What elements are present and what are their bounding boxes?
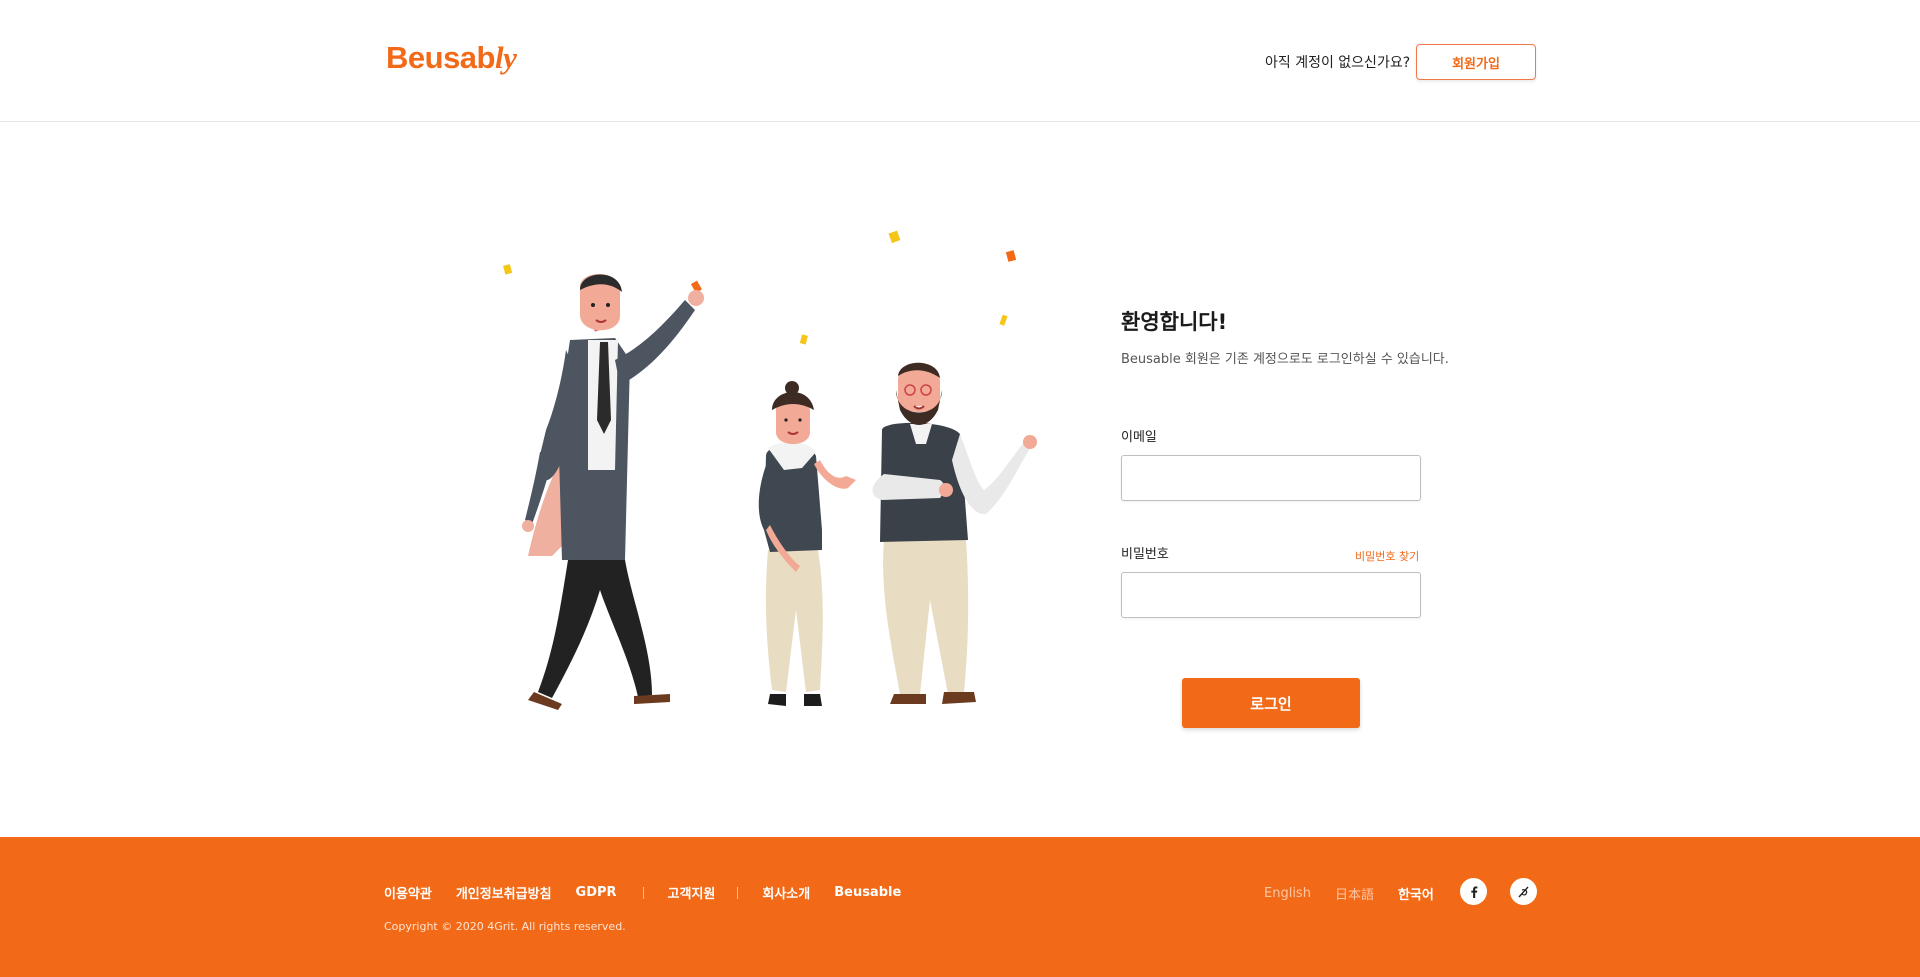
welcome-title: 환영합니다!	[1121, 310, 1228, 334]
login-button[interactable]: 로그인	[1182, 678, 1360, 728]
header: Beusably 아직 계정이 없으신가요? 회원가입	[0, 0, 1920, 122]
email-field[interactable]	[1121, 455, 1421, 501]
email-label: 이메일	[1121, 430, 1157, 445]
forgot-password-link[interactable]: 비밀번호 찾기	[1355, 548, 1419, 564]
footer-link-beusable[interactable]: Beusable	[834, 885, 901, 900]
no-account-text: 아직 계정이 없으신가요?	[1265, 55, 1411, 71]
man-in-suit	[522, 274, 704, 710]
lang-english[interactable]: English	[1264, 886, 1311, 901]
footer-links: 이용약관 개인정보취급방침 GDPR 고객지원 회사소개 Beusable	[384, 883, 901, 902]
footer-link-support[interactable]: 고객지원	[668, 883, 716, 902]
signup-button[interactable]: 회원가입	[1416, 44, 1536, 80]
password-label: 비밀번호	[1121, 547, 1169, 562]
lang-korean[interactable]: 한국어	[1398, 884, 1434, 903]
footer-link-privacy[interactable]: 개인정보취급방침	[456, 883, 552, 902]
facebook-icon[interactable]	[1460, 878, 1487, 905]
brunch-icon[interactable]	[1510, 878, 1537, 905]
copyright: Copyright © 2020 4Grit. All rights reser…	[384, 920, 626, 933]
welcome-subtitle: Beusable 회원은 기존 계정으로도 로그인하실 수 있습니다.	[1121, 352, 1449, 367]
footer-link-terms[interactable]: 이용약관	[384, 883, 432, 902]
logo[interactable]: Beusably	[386, 40, 517, 76]
password-field[interactable]	[1121, 572, 1421, 618]
language-selector: English 日本語 한국어	[1264, 884, 1458, 903]
footer-link-gdpr[interactable]: GDPR	[576, 885, 617, 900]
woman	[758, 381, 856, 706]
footer-divider	[642, 886, 644, 899]
bearded-man	[872, 362, 1037, 704]
footer-link-company[interactable]: 회사소개	[762, 883, 810, 902]
lang-japanese[interactable]: 日本語	[1335, 884, 1374, 903]
welcome-illustration	[503, 230, 1037, 710]
footer: 이용약관 개인정보취급방침 GDPR 고객지원 회사소개 Beusable Co…	[0, 837, 1920, 977]
footer-divider	[737, 886, 739, 899]
